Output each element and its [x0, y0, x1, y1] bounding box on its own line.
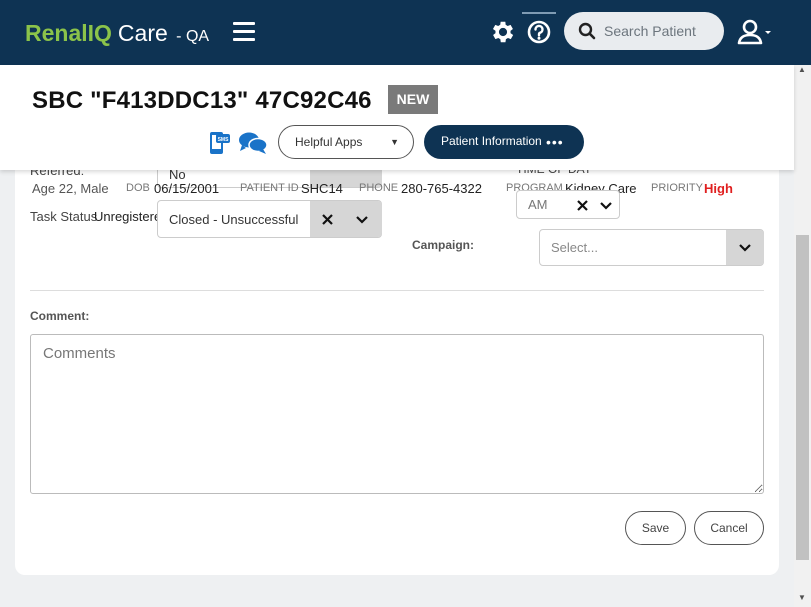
patient-information-label: Patient Information [441, 134, 542, 148]
caret-down-icon: ▼ [390, 137, 399, 147]
chevron-down-icon[interactable] [356, 216, 368, 224]
menu-icon[interactable] [233, 22, 255, 42]
helpful-apps-dropdown[interactable]: Helpful Apps ▼ [278, 125, 414, 159]
phone-value: 280-765-4322 [401, 181, 482, 196]
dob-label: DOB [126, 182, 150, 194]
task-status-label: Task Status [30, 209, 98, 224]
status-badge: NEW [388, 85, 438, 114]
priority-label: PRIORITY [651, 182, 703, 194]
patient-information-button[interactable]: Patient Information ••• [424, 125, 584, 159]
campaign-placeholder: Select... [551, 240, 598, 255]
task-status-value: Closed - Unsuccessful [169, 212, 299, 227]
top-navbar: RenalIQ Care - QA [0, 0, 811, 65]
logo-text-care: Care [117, 20, 168, 46]
chevron-down-icon[interactable] [600, 202, 612, 210]
campaign-label: Campaign: [412, 238, 475, 252]
priority-value: High [704, 181, 733, 196]
environment-label: - QA [176, 28, 210, 45]
time-of-day-value: AM [528, 197, 548, 212]
patient-id-label: PATIENT ID [240, 182, 299, 194]
patient-age-sex: Age 22, Male [32, 181, 109, 196]
task-status-select[interactable]: Closed - Unsuccessful [157, 200, 382, 238]
logo-text-iq: IQ [87, 20, 112, 46]
search-icon [578, 22, 596, 40]
campaign-select[interactable]: Select... [539, 229, 764, 266]
scroll-up-icon[interactable]: ▲ [798, 65, 806, 74]
help-icon[interactable] [522, 12, 556, 52]
scroll-down-icon[interactable]: ▼ [798, 593, 806, 602]
chevron-down-icon[interactable] [739, 244, 751, 252]
more-dots-icon: ••• [546, 134, 564, 150]
patient-search[interactable] [564, 12, 724, 50]
comment-label: Comment: [30, 309, 90, 323]
comment-textarea[interactable] [30, 334, 764, 494]
app-logo[interactable]: RenalIQ Care - QA [25, 19, 209, 51]
save-button[interactable]: Save [625, 511, 686, 545]
dob-value: 06/15/2001 [154, 181, 220, 196]
svg-text:SMS: SMS [218, 137, 230, 143]
user-menu-icon[interactable] [737, 18, 773, 46]
logo-text-renal: Renal [25, 20, 88, 46]
clear-icon[interactable] [322, 214, 333, 225]
gear-icon[interactable] [489, 18, 517, 46]
search-input[interactable] [604, 20, 714, 42]
scrollbar-thumb[interactable] [796, 235, 809, 560]
chat-icon[interactable] [238, 131, 268, 155]
page-scrollbar[interactable]: ▲ ▼ [794, 65, 811, 607]
helpful-apps-label: Helpful Apps [295, 135, 363, 149]
cancel-button[interactable]: Cancel [694, 511, 764, 545]
patient-title: SBC "F413DDC13" 47C92C46 [32, 87, 372, 114]
patient-header: SBC "F413DDC13" 47C92C46 NEW SMS Helpful… [0, 65, 794, 170]
time-of-day-select[interactable]: AM [516, 190, 620, 219]
sms-icon[interactable]: SMS [209, 131, 231, 155]
section-divider [30, 290, 764, 291]
clear-icon[interactable] [577, 200, 588, 211]
patient-id-value: SHC14 [301, 181, 343, 196]
phone-label: PHONE [359, 182, 399, 194]
